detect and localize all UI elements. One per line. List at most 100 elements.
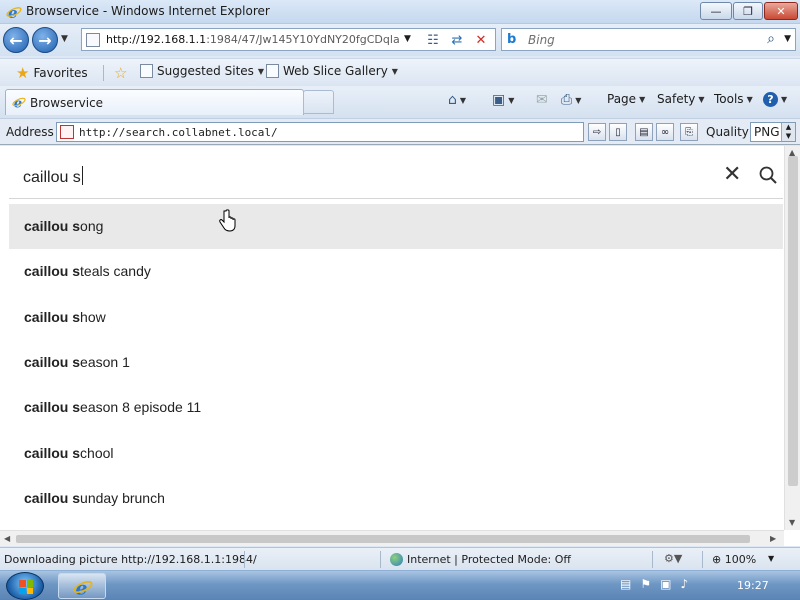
bookmarks-list-button[interactable]: ▤ — [635, 123, 653, 141]
divider — [652, 551, 653, 568]
svg-text:e: e — [76, 578, 88, 598]
system-tray: ▤ ⚑ ▣ ♪ — [620, 577, 688, 591]
address-value[interactable]: http://search.collabnet.local/ — [79, 126, 278, 139]
bing-icon: b — [507, 32, 517, 47]
close-window-button[interactable]: ✕ — [764, 2, 798, 20]
tab-browservice[interactable]: e Browservice — [5, 89, 304, 115]
favorites-button[interactable]: ★ Favorites — [16, 64, 88, 82]
forward-button[interactable]: → — [32, 27, 58, 53]
web-slice-gallery-button[interactable]: Web Slice Gallery ▼ — [266, 64, 398, 78]
ie-logo-icon: e — [6, 4, 22, 20]
divider — [103, 65, 104, 81]
horizontal-scroll-thumb[interactable] — [16, 535, 750, 543]
chevron-down-icon: ▼ — [257, 66, 265, 76]
help-icon: ? — [763, 92, 778, 107]
tab-label: Browservice — [30, 96, 104, 110]
vertical-scroll-thumb[interactable] — [788, 156, 798, 486]
recent-pages-dropdown[interactable]: ▼ — [61, 34, 68, 44]
url-bar[interactable]: http://192.168.1.1:1984/47/Jw145Y10YdNY2… — [81, 28, 496, 51]
suggestion-item[interactable]: caillou season 1 — [9, 340, 783, 385]
chevron-down-icon: ▼ — [698, 94, 705, 104]
chevron-down-icon: ▼ — [639, 94, 646, 104]
home-button[interactable]: ⌂ ▼ — [448, 92, 466, 108]
browservice-toolbar: Address http://search.collabnet.local/ ⇨… — [0, 118, 800, 145]
zoom-dropdown-icon[interactable]: ▼ — [768, 554, 774, 563]
volume-muted-icon[interactable]: ♪ — [680, 577, 688, 591]
zoom-level[interactable]: ⊕ 100% — [712, 553, 756, 566]
web-slice-gallery-label: Web Slice Gallery — [283, 64, 388, 78]
quality-value: PNG — [754, 125, 780, 139]
search-icon[interactable] — [759, 166, 777, 184]
quality-select[interactable]: PNG ▲ ▼ — [750, 122, 796, 142]
address-input[interactable]: http://search.collabnet.local/ — [56, 122, 584, 142]
url-dropdown-icon[interactable]: ▼ — [404, 34, 411, 44]
clear-search-button[interactable]: ✕ — [723, 164, 741, 186]
search-field-row[interactable]: caillou s ✕ — [9, 146, 783, 199]
suggested-sites-button[interactable]: Suggested Sites ▼ — [140, 64, 264, 78]
print-button[interactable]: ⎙ ▼ — [561, 92, 581, 108]
suggestion-item[interactable]: caillou song — [9, 204, 783, 249]
new-tab-button[interactable] — [303, 90, 334, 114]
printer-icon: ⎙ — [561, 92, 573, 108]
page-menu[interactable]: Page ▼ — [607, 92, 645, 106]
favorites-bar: ★ Favorites ☆ Suggested Sites ▼ Web Slic… — [0, 58, 800, 86]
address-label: Address — [6, 125, 54, 139]
bookmark-icon: ▯ — [615, 126, 621, 138]
horizontal-scrollbar[interactable]: ◀ ▶ — [0, 530, 784, 546]
spin-arrows-icon[interactable]: ▲ ▼ — [781, 123, 795, 141]
suggestion-item[interactable]: caillou sunday brunch — [9, 476, 783, 521]
suggestion-item[interactable]: caillou show — [9, 295, 783, 340]
suggestion-item[interactable]: caillou school — [9, 431, 783, 476]
feeds-button[interactable]: ▣ ▼ — [492, 92, 514, 108]
forward-arrow-icon: → — [38, 30, 52, 50]
add-ons-icon[interactable]: ⚙▼ — [664, 552, 682, 565]
suggestion-item[interactable]: caillou steals candy — [9, 249, 783, 294]
tab-bar: e Browservice ⌂ ▼ ▣ ▼ ✉ ⎙ ▼ Page ▼ Safety ▼ T… — [0, 86, 800, 118]
close-icon: ✕ — [723, 162, 742, 187]
suggestion-item[interactable]: caillou season 8 episode 11 — [9, 385, 783, 430]
compatibility-view-icon[interactable]: ☷ — [422, 31, 444, 49]
scroll-down-icon[interactable]: ▼ — [789, 518, 795, 527]
safety-menu[interactable]: Safety ▼ — [657, 92, 705, 106]
url-text[interactable]: http://192.168.1.1:1984/47/Jw145Y10YdNY2… — [106, 33, 400, 46]
clipboard-button[interactable]: ⎘ — [680, 123, 698, 141]
taskbar-ie-button[interactable]: e — [58, 573, 106, 599]
go-arrow-icon: ⇨ — [592, 126, 602, 138]
zone-text: Internet | Protected Mode: Off — [407, 553, 571, 566]
search-go-icon[interactable]: ⌕ — [767, 31, 775, 47]
search-box[interactable]: b Bing ⌕ ▼ — [501, 28, 796, 51]
back-button[interactable]: ← — [3, 27, 29, 53]
chevron-down-icon: ▼ — [508, 95, 515, 105]
hand-cursor-icon — [219, 209, 236, 232]
scroll-right-icon[interactable]: ▶ — [770, 534, 776, 543]
help-button[interactable]: ? ▼ — [763, 92, 787, 107]
add-to-favorites-bar-button[interactable]: ☆ — [114, 64, 127, 82]
stop-icon[interactable]: ✕ — [470, 31, 492, 49]
chevron-down-icon: ▼ — [781, 95, 788, 104]
tools-menu[interactable]: Tools ▼ — [714, 92, 753, 106]
read-mail-button[interactable]: ✉ — [536, 92, 548, 108]
document-icon[interactable]: ▤ — [620, 577, 631, 591]
find-button[interactable]: ∞ — [656, 123, 674, 141]
go-button[interactable]: ⇨ — [588, 123, 606, 141]
action-center-icon[interactable]: ⚑ — [640, 577, 651, 591]
search-placeholder: Bing — [528, 33, 555, 47]
clock[interactable]: 19:27 — [737, 579, 769, 592]
bookmark-button[interactable]: ▯ — [609, 123, 627, 141]
security-zone[interactable]: Internet | Protected Mode: Off — [390, 553, 571, 566]
page-icon — [86, 33, 100, 47]
search-dropdown-icon[interactable]: ▼ — [784, 34, 791, 44]
scroll-left-icon[interactable]: ◀ — [4, 534, 10, 543]
network-icon[interactable]: ▣ — [660, 577, 671, 591]
search-query-input[interactable]: caillou s — [23, 166, 83, 187]
start-button[interactable] — [6, 572, 44, 600]
minimize-button[interactable]: — — [700, 2, 732, 20]
vertical-scrollbar[interactable]: ▲ ▼ — [784, 146, 800, 530]
minimize-icon: — — [710, 4, 722, 18]
ie-logo-icon: e — [73, 578, 93, 598]
back-arrow-icon: ← — [9, 30, 23, 50]
refresh-icon[interactable]: ⇄ — [446, 31, 468, 49]
tools-menu-label: Tools — [714, 92, 744, 106]
maximize-button[interactable]: ❐ — [733, 2, 763, 20]
chevron-down-icon: ▼ — [575, 95, 582, 105]
